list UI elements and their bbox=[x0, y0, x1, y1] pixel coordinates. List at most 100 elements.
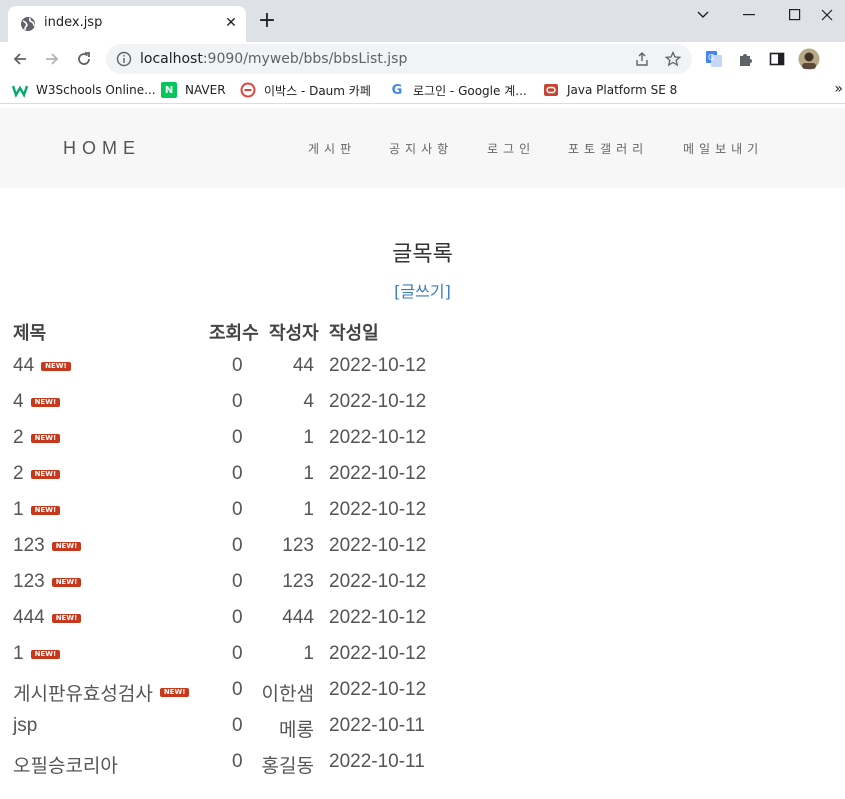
translate-extension-icon[interactable]: G bbox=[703, 48, 725, 70]
bookmarks-bar: W3Schools Online... N NAVER 이박스 - Daum 카… bbox=[0, 76, 845, 104]
post-title-link[interactable]: 2 NEW! bbox=[13, 463, 61, 485]
table-row: 2 NEW! 0 1 2022-10-12 bbox=[0, 458, 845, 494]
close-tab-icon[interactable]: ✕ bbox=[222, 14, 240, 32]
table-row: 123 NEW! 0 123 2022-10-12 bbox=[0, 530, 845, 566]
post-title-link[interactable]: 4 NEW! bbox=[13, 391, 61, 413]
post-title-link[interactable]: 123 NEW! bbox=[13, 571, 82, 593]
post-title-link[interactable]: 1 NEW! bbox=[13, 643, 61, 665]
new-badge: NEW! bbox=[30, 397, 61, 407]
post-title-link[interactable]: 44 NEW! bbox=[13, 355, 71, 377]
post-views: 0 bbox=[232, 679, 243, 700]
post-writer: 메롱 bbox=[279, 720, 314, 741]
new-badge: NEW! bbox=[159, 688, 190, 697]
back-icon[interactable] bbox=[7, 46, 33, 72]
column-header-title: 제목 bbox=[13, 323, 47, 344]
side-panel-icon[interactable] bbox=[766, 48, 788, 70]
svg-text:G: G bbox=[708, 53, 714, 62]
brand-home-link[interactable]: HOME bbox=[63, 138, 141, 159]
post-title-text: 2 bbox=[13, 463, 24, 484]
puzzle-extensions-icon[interactable] bbox=[735, 48, 757, 70]
bookmark-star-icon[interactable] bbox=[663, 49, 683, 69]
bookmark-daum-cafe[interactable]: 이박스 - Daum 카페 bbox=[240, 81, 371, 99]
post-date: 2022-10-12 bbox=[329, 643, 427, 664]
w3schools-icon bbox=[12, 82, 28, 98]
post-title-link[interactable]: 1 NEW! bbox=[13, 499, 61, 521]
post-title-text: 게시판유효성검사 bbox=[13, 684, 153, 705]
post-title-link[interactable]: 2 NEW! bbox=[13, 427, 61, 449]
post-title-link[interactable]: 게시판유효성검사 NEW! bbox=[13, 679, 190, 706]
site-navbar: HOME 게시판 공지사항 로그인 포토갤러리 메일보내기 bbox=[0, 108, 845, 188]
post-title-link[interactable]: 123 NEW! bbox=[13, 535, 82, 557]
google-icon: G bbox=[391, 82, 403, 98]
minimize-icon[interactable] bbox=[726, 0, 772, 30]
nav-item-send-mail[interactable]: 메일보내기 bbox=[683, 140, 763, 157]
post-writer: 홍길동 bbox=[261, 756, 314, 777]
table-row: 123 NEW! 0 123 2022-10-12 bbox=[0, 566, 845, 602]
tab-search-icon[interactable] bbox=[680, 0, 726, 30]
profile-avatar[interactable] bbox=[798, 48, 820, 70]
new-badge: NEW! bbox=[51, 613, 82, 623]
post-views: 0 bbox=[232, 391, 243, 412]
forward-icon[interactable] bbox=[39, 46, 65, 72]
post-writer: 44 bbox=[292, 355, 314, 376]
new-tab-button[interactable]: + bbox=[256, 10, 278, 32]
post-writer: 1 bbox=[303, 463, 314, 484]
share-icon[interactable] bbox=[632, 49, 652, 69]
nav-item-photo-gallery[interactable]: 포토갤러리 bbox=[568, 140, 648, 157]
post-date: 2022-10-12 bbox=[329, 607, 427, 628]
post-views: 0 bbox=[232, 607, 243, 628]
nav-item-board[interactable]: 게시판 bbox=[308, 140, 356, 157]
post-title-text: 123 bbox=[13, 535, 45, 556]
address-bar[interactable]: localhost:9090/myweb/bbs/bbsList.jsp bbox=[106, 44, 692, 74]
new-badge: NEW! bbox=[41, 361, 71, 371]
table-row: 2 NEW! 0 1 2022-10-12 bbox=[0, 422, 845, 458]
browser-toolbar: localhost:9090/myweb/bbs/bbsList.jsp G bbox=[0, 42, 845, 76]
post-views: 0 bbox=[232, 463, 243, 484]
nav-item-notice[interactable]: 공지사항 bbox=[389, 140, 453, 157]
bookmark-naver[interactable]: N NAVER bbox=[161, 81, 226, 99]
post-title-link[interactable]: 오필승코리아 bbox=[13, 751, 118, 778]
table-row: jsp 0 메롱 2022-10-11 bbox=[0, 710, 845, 746]
post-views: 0 bbox=[232, 355, 243, 376]
close-window-icon[interactable] bbox=[809, 0, 845, 30]
post-writer: 123 bbox=[282, 535, 314, 556]
nav-item-login[interactable]: 로그인 bbox=[487, 140, 535, 157]
daum-cafe-icon bbox=[240, 82, 256, 98]
browser-tab[interactable]: index.jsp ✕ bbox=[8, 6, 246, 42]
post-title-text: 1 bbox=[13, 643, 24, 664]
post-title-text: 2 bbox=[13, 427, 24, 448]
post-writer: 4 bbox=[303, 391, 314, 412]
post-writer: 1 bbox=[303, 499, 314, 520]
bookmark-google-login[interactable]: G 로그인 - Google 계... bbox=[389, 81, 527, 99]
post-views: 0 bbox=[232, 571, 243, 592]
page-title: 글목록 bbox=[392, 242, 453, 267]
post-title-text: jsp bbox=[13, 715, 38, 736]
new-badge: NEW! bbox=[30, 505, 61, 515]
post-date: 2022-10-12 bbox=[329, 463, 427, 484]
more-bookmarks-icon[interactable]: » bbox=[834, 81, 843, 97]
new-badge: NEW! bbox=[51, 577, 82, 587]
column-header-writer: 작성자 bbox=[269, 323, 319, 344]
post-date: 2022-10-12 bbox=[329, 355, 427, 376]
column-header-date: 작성일 bbox=[329, 323, 379, 344]
site-info-icon[interactable] bbox=[116, 51, 132, 67]
post-date: 2022-10-12 bbox=[329, 499, 427, 520]
column-header-views: 조회수 bbox=[209, 323, 259, 344]
post-title-link[interactable]: 444 NEW! bbox=[13, 607, 82, 629]
post-views: 0 bbox=[232, 535, 243, 556]
post-title-link[interactable]: jsp bbox=[13, 715, 37, 737]
post-writer: 1 bbox=[303, 643, 314, 664]
bookmark-w3schools[interactable]: W3Schools Online... bbox=[12, 81, 156, 99]
post-views: 0 bbox=[232, 427, 243, 448]
bookmark-java-platform[interactable]: Java Platform SE 8 bbox=[543, 81, 677, 99]
url-text[interactable]: localhost:9090/myweb/bbs/bbsList.jsp bbox=[140, 51, 407, 67]
reload-icon[interactable] bbox=[71, 46, 97, 72]
table-row: 444 NEW! 0 444 2022-10-12 bbox=[0, 602, 845, 638]
post-views: 0 bbox=[232, 643, 243, 664]
post-writer: 이한샘 bbox=[261, 684, 314, 705]
post-date: 2022-10-11 bbox=[329, 751, 425, 772]
post-date: 2022-10-12 bbox=[329, 535, 427, 556]
table-row: 4 NEW! 0 4 2022-10-12 bbox=[0, 386, 845, 422]
write-post-link[interactable]: [글쓰기] bbox=[0, 278, 845, 302]
post-date: 2022-10-11 bbox=[329, 715, 425, 736]
